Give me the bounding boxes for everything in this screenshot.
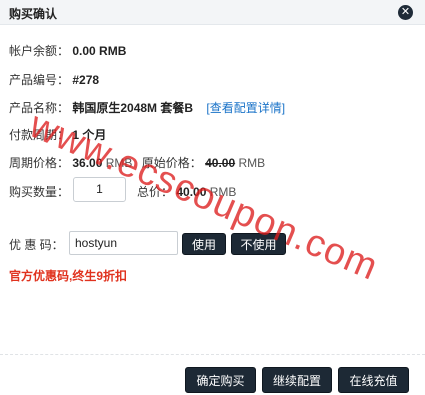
close-icon[interactable]: ✕ <box>398 5 413 20</box>
product-name-label: 产品名称： <box>9 101 70 115</box>
orig-price-value: 40.00 <box>205 156 236 170</box>
dialog-titlebar: 购买确认 ✕ <box>0 0 425 25</box>
coupon-label-row: 优 惠 码： <box>9 236 64 253</box>
period-price-label: 周期价格： <box>9 156 70 170</box>
online-recharge-button[interactable]: 在线充值 <box>338 367 409 393</box>
balance-row: 帐户余额： 0.00 RMB <box>9 42 126 59</box>
balance-label: 帐户余额： <box>9 44 70 58</box>
product-detail-link[interactable]: [查看配置详情] <box>206 101 285 115</box>
orig-price-label: 原始价格： <box>141 156 202 170</box>
total-label: 总价： <box>137 185 174 199</box>
continue-config-button[interactable]: 继续配置 <box>262 367 332 393</box>
product-no-label: 产品编号： <box>9 73 70 87</box>
balance-value: 0.00 RMB <box>72 44 127 58</box>
quantity-input[interactable]: 1 <box>73 177 126 202</box>
product-name-row: 产品名称： 韩国原生2048M 套餐B [查看配置详情] <box>9 99 285 116</box>
period-price-value: 36.00 <box>72 156 103 170</box>
product-name-value: 韩国原生2048M 套餐B <box>72 101 194 115</box>
qty-label-row: 购买数量： <box>9 183 69 200</box>
orig-price-unit: RMB <box>238 156 266 170</box>
total-value: 40.00 <box>176 185 207 199</box>
confirm-purchase-button[interactable]: 确定购买 <box>185 367 256 393</box>
promo-text: 官方优惠码,终生9折扣 <box>9 269 128 283</box>
coupon-label: 优 惠 码： <box>9 238 64 252</box>
total-unit: RMB <box>209 185 237 199</box>
no-coupon-button[interactable]: 不使用 <box>231 233 286 255</box>
product-no-value: #278 <box>72 73 100 87</box>
period-price-unit: RMB <box>105 156 133 170</box>
total-row: 总价： 40.00 RMB <box>137 183 236 200</box>
period-row: 付款周期： 1 个月 <box>9 126 106 143</box>
purchase-confirm-dialog: 购买确认 ✕ 帐户余额： 0.00 RMB 产品编号： #278 产品名称： 韩… <box>0 0 425 395</box>
footer-divider <box>0 354 425 355</box>
coupon-input[interactable]: hostyun <box>69 231 178 255</box>
dialog-title: 购买确认 <box>9 7 58 21</box>
use-coupon-button[interactable]: 使用 <box>182 233 226 255</box>
price-row: 周期价格： 36.00 RMB 原始价格： 40.00 RMB <box>9 154 265 171</box>
qty-label: 购买数量： <box>9 185 70 199</box>
period-value: 1 个月 <box>72 128 107 142</box>
period-label: 付款周期： <box>9 128 70 142</box>
product-no-row: 产品编号： #278 <box>9 71 99 88</box>
